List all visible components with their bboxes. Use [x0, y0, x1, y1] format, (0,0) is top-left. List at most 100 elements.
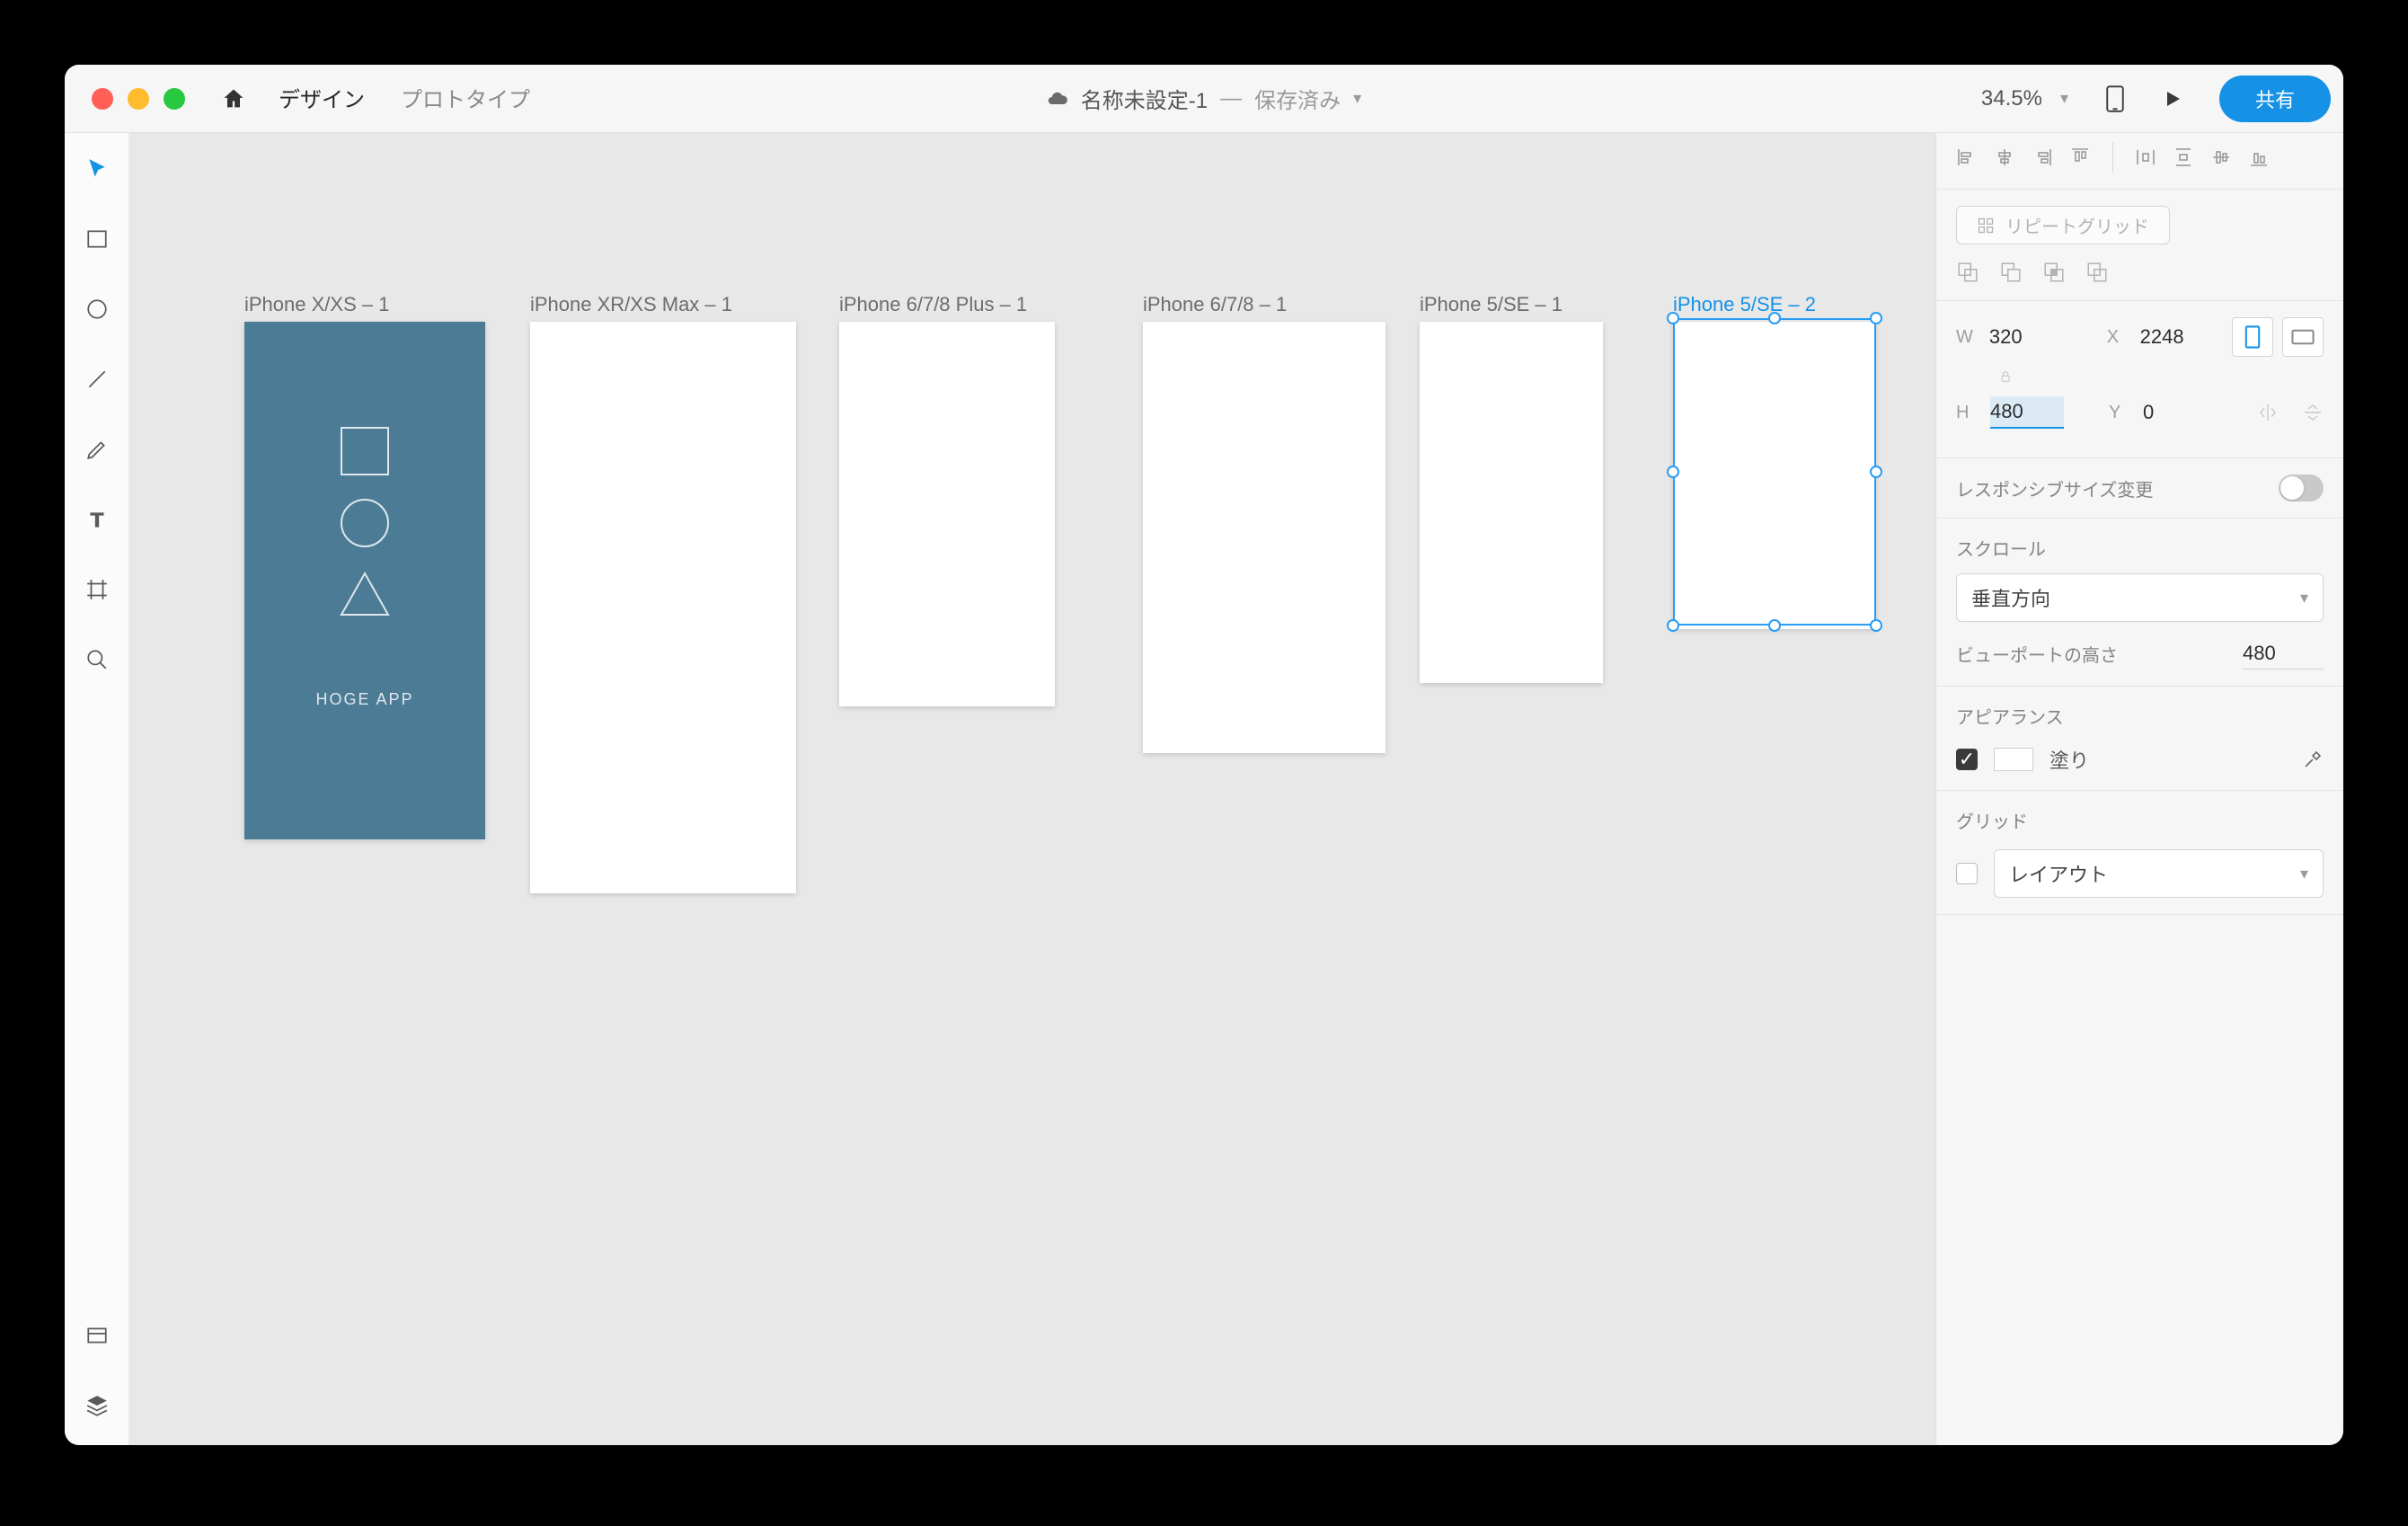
responsive-label: レスポンシブサイズ変更	[1956, 475, 2153, 501]
window-minimize-icon[interactable]	[128, 88, 149, 110]
artboard-tool-icon[interactable]	[79, 572, 115, 608]
align-left-icon[interactable]	[1956, 146, 1978, 168]
artboard-surface[interactable]	[530, 322, 796, 893]
ellipse-tool-icon[interactable]	[79, 291, 115, 327]
line-tool-icon[interactable]	[79, 361, 115, 397]
artboard-title[interactable]: iPhone 5/SE – 1	[1420, 293, 1603, 316]
text-tool-icon[interactable]	[79, 501, 115, 537]
artboard-surface[interactable]	[1420, 322, 1603, 683]
app-window: デザイン プロトタイプ 名称未設定-1 — 保存済み ▾ 34.5% ▾ 共有	[65, 65, 2343, 1445]
grid-checkbox[interactable]	[1956, 863, 1978, 884]
zoom-tool-icon[interactable]	[79, 642, 115, 678]
traffic-lights	[77, 88, 185, 110]
scroll-direction-select[interactable]: 垂直方向 ▾	[1956, 573, 2324, 622]
bool-intersect-icon[interactable]	[2042, 261, 2066, 284]
assets-panel-icon[interactable]	[79, 1318, 115, 1353]
grid-section: グリッド レイアウト ▾	[1936, 791, 2343, 915]
zoom-control[interactable]: 34.5% ▾	[1981, 86, 2068, 111]
triangle-icon	[338, 570, 392, 618]
align-center-h-icon[interactable]	[1994, 146, 2015, 168]
x-input[interactable]	[2140, 322, 2214, 353]
artboard[interactable]: iPhone XR/XS Max – 1	[530, 293, 796, 893]
tab-prototype[interactable]: プロトタイプ	[401, 65, 530, 137]
artboard-title[interactable]: iPhone 6/7/8 Plus – 1	[839, 293, 1055, 316]
align-middle-icon[interactable]	[2210, 146, 2232, 168]
layers-panel-icon[interactable]	[79, 1388, 115, 1424]
chevron-down-icon: ▾	[2060, 89, 2068, 108]
artboard[interactable]: iPhone 5/SE – 1	[1420, 293, 1603, 683]
share-button[interactable]: 共有	[2219, 75, 2331, 122]
flip-v-icon[interactable]	[2302, 402, 2324, 423]
document-title[interactable]: 名称未設定-1 — 保存済み ▾	[1047, 83, 1361, 114]
app-title-text: HOGE APP	[244, 690, 485, 709]
width-input[interactable]	[1989, 322, 2063, 353]
grid-layout-select[interactable]: レイアウト ▾	[1994, 849, 2324, 898]
artboard-title[interactable]: iPhone 6/7/8 – 1	[1143, 293, 1385, 316]
artboard[interactable]: iPhone 5/SE – 2	[1673, 293, 1876, 629]
y-input[interactable]	[2143, 397, 2217, 429]
bool-subtract-icon[interactable]	[1999, 261, 2023, 284]
width-label: W	[1956, 327, 1980, 348]
orientation-landscape-icon[interactable]	[2282, 317, 2324, 357]
artboard-title[interactable]: iPhone X/XS – 1	[244, 293, 485, 316]
home-icon[interactable]	[221, 86, 246, 111]
title-status: 保存済み	[1254, 83, 1341, 114]
artboard-surface[interactable]	[839, 322, 1055, 706]
mode-tabs: デザイン プロトタイプ	[279, 65, 530, 137]
repeat-grid-button[interactable]: リピートグリッド	[1956, 206, 2170, 244]
lock-icon[interactable]	[1956, 369, 2055, 384]
bool-exclude-icon[interactable]	[2085, 261, 2109, 284]
scroll-direction-value: 垂直方向	[1971, 583, 2050, 612]
flip-h-icon[interactable]	[2257, 402, 2279, 423]
window-maximize-icon[interactable]	[164, 88, 185, 110]
rectangle-tool-icon[interactable]	[79, 221, 115, 257]
play-icon[interactable]	[2162, 88, 2183, 110]
chevron-down-icon: ▾	[2300, 589, 2308, 608]
repeat-grid-label: リピートグリッド	[2005, 212, 2149, 238]
chevron-down-icon: ▾	[2300, 865, 2308, 883]
eyedropper-icon[interactable]	[2302, 749, 2324, 770]
tool-palette	[65, 133, 129, 1445]
artboard[interactable]: iPhone X/XS – 1 HOGE APP	[244, 293, 485, 839]
height-input[interactable]	[1990, 396, 2064, 429]
artboard-surface[interactable]: HOGE APP	[244, 322, 485, 839]
viewport-height-label: ビューポートの高さ	[1956, 641, 2118, 667]
tab-design[interactable]: デザイン	[279, 65, 365, 137]
design-canvas[interactable]: iPhone X/XS – 1 HOGE APP iPhone XR/XS Max …	[129, 133, 1935, 1445]
artboard[interactable]: iPhone 6/7/8 – 1	[1143, 293, 1385, 753]
artboard[interactable]: iPhone 6/7/8 Plus – 1	[839, 293, 1055, 706]
bool-union-icon[interactable]	[1956, 261, 1979, 284]
responsive-toggle[interactable]	[2279, 475, 2324, 501]
pen-tool-icon[interactable]	[79, 431, 115, 467]
square-icon	[340, 426, 390, 476]
fill-swatch[interactable]	[1994, 748, 2033, 771]
viewport-height-input[interactable]	[2243, 638, 2324, 670]
align-right-icon[interactable]	[2032, 146, 2053, 168]
align-top-icon[interactable]	[2069, 146, 2091, 168]
window-close-icon[interactable]	[92, 88, 113, 110]
fill-label: 塗り	[2049, 745, 2089, 774]
device-preview-icon[interactable]	[2104, 85, 2126, 112]
orientation-portrait-icon[interactable]	[2232, 317, 2273, 357]
circle-icon	[340, 498, 390, 548]
align-bottom-icon[interactable]	[2248, 146, 2270, 168]
distribute-v-icon[interactable]	[2173, 146, 2194, 168]
artboard-title[interactable]: iPhone XR/XS Max – 1	[530, 293, 796, 316]
scroll-section: スクロール 垂直方向 ▾ ビューポートの高さ	[1936, 519, 2343, 687]
appearance-title: アピアランス	[1956, 703, 2324, 729]
inspector-panel: リピートグリッド W X	[1935, 133, 2343, 1445]
artboard-surface[interactable]	[1143, 322, 1385, 753]
alignment-row	[1936, 133, 2343, 190]
chevron-down-icon[interactable]: ▾	[1353, 89, 1361, 108]
zoom-value: 34.5%	[1981, 86, 2042, 111]
distribute-h-icon[interactable]	[2135, 146, 2156, 168]
title-separator: —	[1220, 86, 1242, 111]
fill-checkbox[interactable]: ✓	[1956, 749, 1978, 770]
grid-title: グリッド	[1956, 807, 2324, 833]
header-bar: デザイン プロトタイプ 名称未設定-1 — 保存済み ▾ 34.5% ▾ 共有	[65, 65, 2343, 133]
select-tool-icon[interactable]	[79, 151, 115, 187]
x-label: X	[2107, 327, 2131, 348]
artboard-surface[interactable]	[1673, 322, 1876, 629]
height-label: H	[1956, 403, 1981, 423]
title-text: 名称未設定-1	[1081, 83, 1208, 114]
